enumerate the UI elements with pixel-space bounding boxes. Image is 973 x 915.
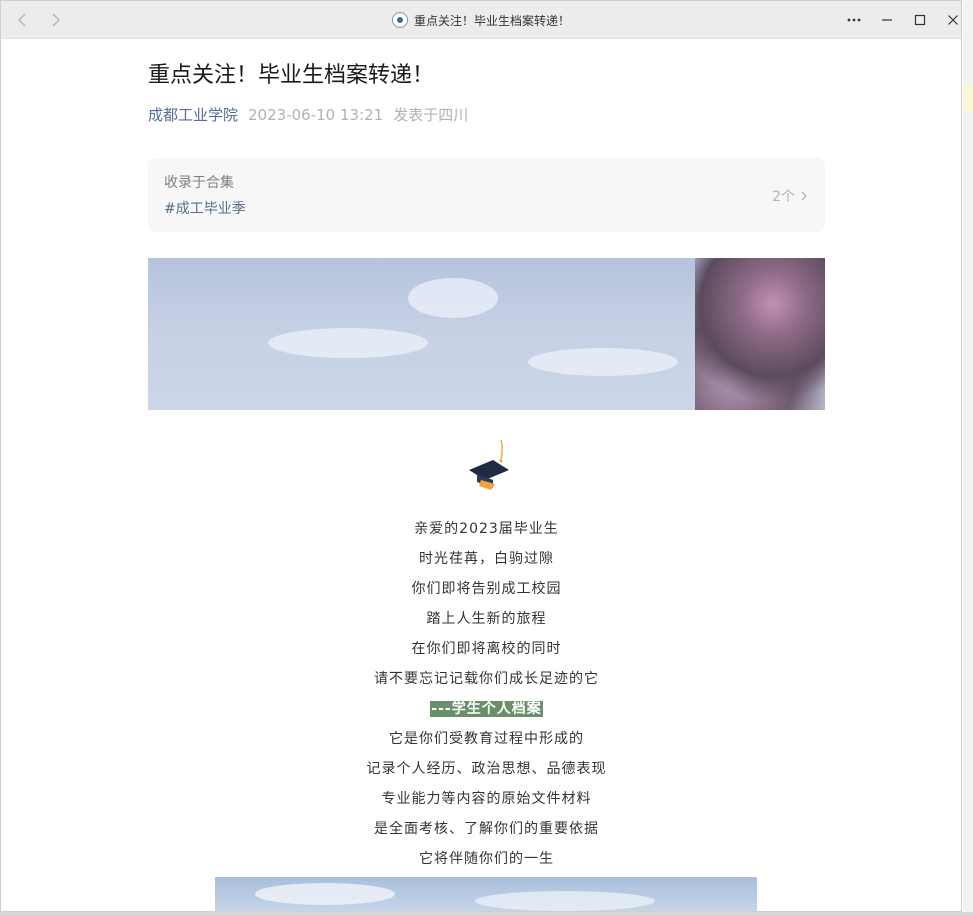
poem-line: 亲爱的2023届毕业生 bbox=[414, 521, 559, 537]
poem-line: 是全面考核、了解你们的重要依据 bbox=[374, 821, 599, 837]
article-meta: 成都工业学院 2023-06-10 13:21 发表于四川 bbox=[148, 105, 825, 125]
back-button[interactable] bbox=[13, 10, 33, 30]
graduation-cap-icon bbox=[468, 439, 509, 490]
publish-datetime: 2023-06-10 13:21 bbox=[248, 106, 384, 124]
sky-photo bbox=[215, 877, 757, 911]
maximize-icon bbox=[914, 14, 926, 26]
banner-image bbox=[148, 258, 825, 410]
album-count-text: 2个 bbox=[772, 189, 795, 205]
author-link[interactable]: 成都工业学院 bbox=[148, 105, 238, 125]
publish-location: 发表于四川 bbox=[393, 106, 469, 124]
desktop-edge bbox=[963, 0, 973, 915]
window-title-area: 重点关注！毕业生档案转递！ bbox=[1, 1, 961, 39]
title-bar: 重点关注！毕业生档案转递！ bbox=[1, 1, 961, 39]
album-label: 收录于合集 bbox=[164, 175, 234, 191]
poem-line: 专业能力等内容的原始文件材料 bbox=[381, 791, 592, 807]
more-button[interactable] bbox=[842, 8, 866, 32]
poem-line: 在你们即将离校的同时 bbox=[411, 641, 562, 657]
minimize-button[interactable] bbox=[875, 8, 899, 32]
close-icon bbox=[948, 15, 958, 25]
minimize-icon bbox=[882, 19, 892, 21]
poem: 亲爱的2023届毕业生 时光荏苒，白驹过隙 你们即将告别成工校园 踏上人生新的旅… bbox=[148, 514, 825, 874]
poem-line: 记录个人经历、政治思想、品德表现 bbox=[366, 761, 607, 777]
article-body: 重点关注！毕业生档案转递！ 成都工业学院 2023-06-10 13:21 发表… bbox=[148, 39, 825, 874]
album-card[interactable]: 收录于合集 #成工毕业季 2个 bbox=[148, 158, 825, 232]
highlight-text: ---学生个人档案 bbox=[430, 701, 543, 717]
forward-button[interactable] bbox=[45, 10, 65, 30]
poem-line: 它是你们受教育过程中形成的 bbox=[389, 731, 584, 747]
article-title: 重点关注！毕业生档案转递！ bbox=[148, 63, 435, 88]
more-icon bbox=[847, 18, 861, 22]
album-count: 2个 bbox=[772, 186, 809, 206]
window-title: 重点关注！毕业生档案转递！ bbox=[413, 13, 570, 28]
poem-line: 踏上人生新的旅程 bbox=[426, 611, 547, 627]
poem-line: 请不要忘记记载你们成长足迹的它 bbox=[374, 671, 599, 687]
maximize-button[interactable] bbox=[908, 8, 932, 32]
article-window: 重点关注！毕业生档案转递！ 重点关注！毕业生档案转递！ 成都工业学院 2023-… bbox=[0, 0, 962, 912]
close-button[interactable] bbox=[941, 8, 961, 32]
chevron-left-icon bbox=[17, 13, 26, 27]
chevron-right-icon bbox=[52, 13, 61, 27]
article-content: 重点关注！毕业生档案转递！ 成都工业学院 2023-06-10 13:21 发表… bbox=[1, 39, 961, 911]
chevron-right-icon bbox=[801, 191, 807, 201]
poem-line: 时光荏苒，白驹过隙 bbox=[419, 551, 554, 567]
poem-line: 你们即将告别成工校园 bbox=[411, 581, 562, 597]
album-tag[interactable]: #成工毕业季 bbox=[164, 198, 246, 218]
poem-line: 它将伴随你们的一生 bbox=[419, 851, 554, 867]
poem-highlight-line: ---学生个人档案 bbox=[148, 694, 825, 724]
school-logo-icon bbox=[391, 12, 408, 28]
